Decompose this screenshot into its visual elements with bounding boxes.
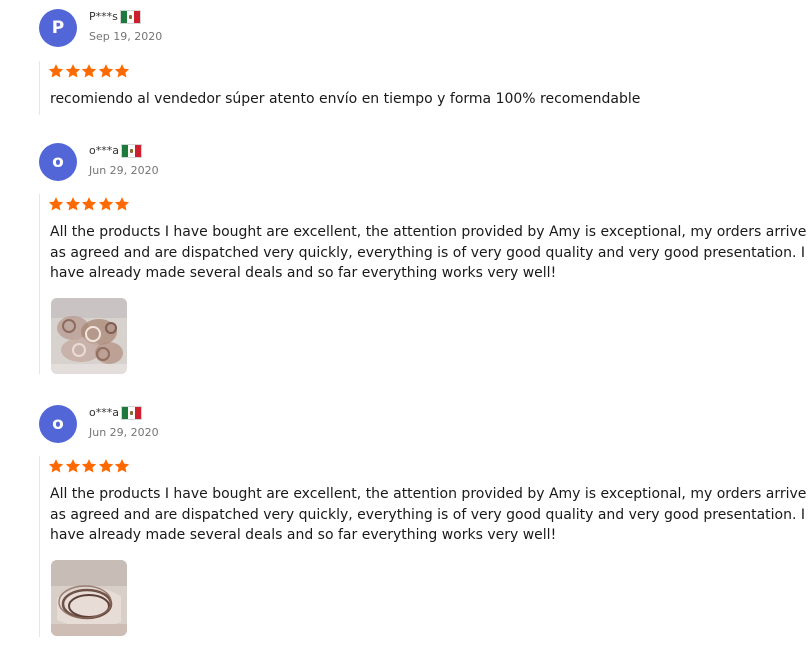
star-icon <box>81 63 98 79</box>
mexico-flag-icon <box>120 144 142 158</box>
jewelry-photo <box>51 298 127 374</box>
reviewer-name: o***a <box>89 406 119 419</box>
star-icon <box>48 458 65 474</box>
review-text-line: as agreed and are dispatched very quickl… <box>50 506 806 523</box>
star-icon <box>81 458 98 474</box>
mexico-flag-icon <box>120 406 142 420</box>
bracelet-photo <box>51 560 127 636</box>
review-text-line: have already made several deals and so f… <box>50 265 557 281</box>
star-icon <box>65 196 82 212</box>
review-date: Sep 19, 2020 <box>89 30 163 43</box>
reviewer-info: P***s <box>89 9 141 25</box>
mexico-flag-icon <box>119 10 141 24</box>
star-icon <box>65 458 82 474</box>
star-icon <box>114 458 131 474</box>
review-text-line: All the products I have bought are excel… <box>50 224 807 240</box>
star-icon <box>114 63 131 79</box>
star-icon <box>48 63 65 79</box>
star-rating <box>48 196 131 212</box>
review-photo[interactable] <box>51 560 127 636</box>
star-icon <box>81 196 98 212</box>
avatar: o <box>39 405 77 443</box>
star-icon <box>48 196 65 212</box>
review-date: Jun 29, 2020 <box>89 426 159 439</box>
review-body: recomiendo al vendedor súper atento enví… <box>39 61 640 115</box>
star-icon <box>98 63 115 79</box>
reviewer-info: o***a <box>89 143 142 159</box>
review-body: All the products I have bought are excel… <box>39 456 806 637</box>
avatar: o <box>39 143 77 181</box>
review-body: All the products I have bought are excel… <box>39 194 806 374</box>
star-icon <box>65 63 82 79</box>
star-icon <box>114 196 131 212</box>
review-text: All the products I have bought are excel… <box>50 222 806 284</box>
review-text-line: have already made several deals and so f… <box>50 527 557 543</box>
reviewer-name: o***a <box>89 144 119 157</box>
review-photo[interactable] <box>51 298 127 374</box>
reviewer-name: P***s <box>89 10 118 23</box>
review-date: Jun 29, 2020 <box>89 164 159 177</box>
star-rating <box>48 63 131 79</box>
review-text-line: recomiendo al vendedor súper atento enví… <box>50 91 641 107</box>
review-text: All the products I have bought are excel… <box>50 484 806 546</box>
star-icon <box>98 196 115 212</box>
star-rating <box>48 458 131 474</box>
star-icon <box>98 458 115 474</box>
review-text-line: as agreed and are dispatched very quickl… <box>50 244 806 261</box>
avatar: P <box>39 9 77 47</box>
review-text: recomiendo al vendedor súper atento enví… <box>50 89 640 110</box>
reviewer-info: o***a <box>89 405 142 421</box>
review-text-line: All the products I have bought are excel… <box>50 486 807 502</box>
